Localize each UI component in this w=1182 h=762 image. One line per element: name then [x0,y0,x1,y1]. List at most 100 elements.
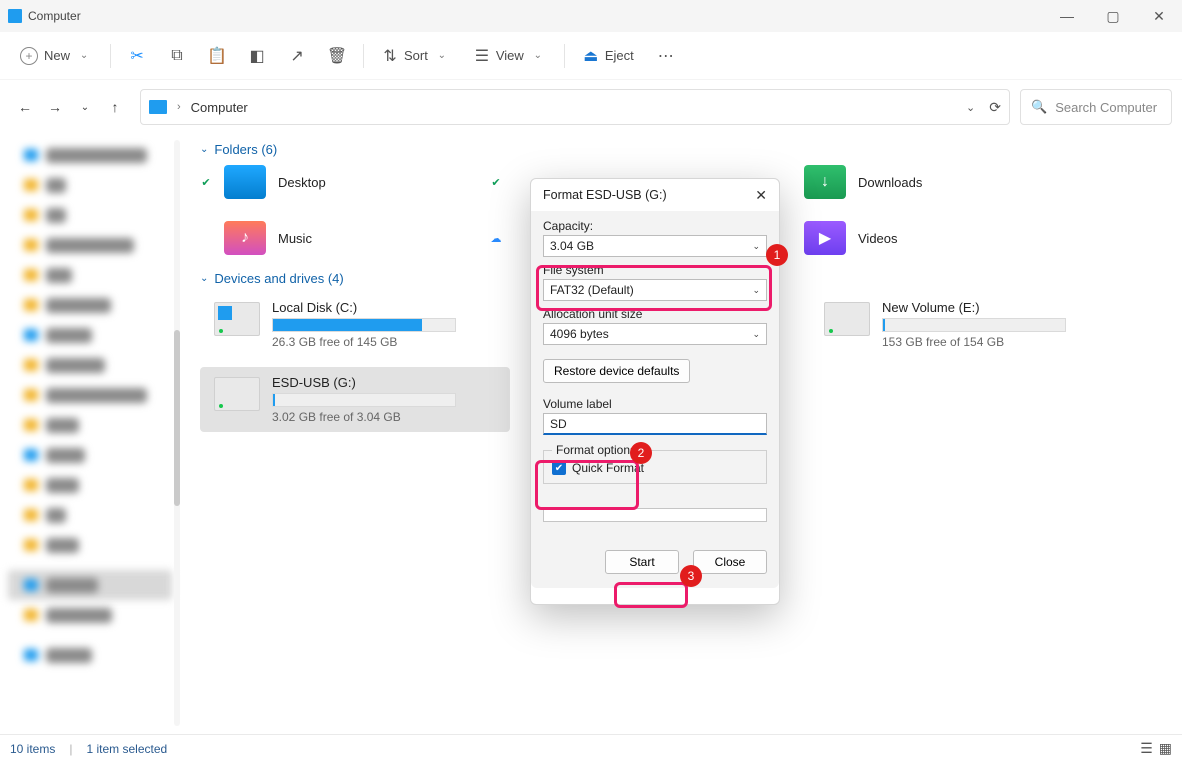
disk-icon [214,377,260,411]
recent-button[interactable]: ⌄ [76,102,94,113]
volume-label-input[interactable]: SD [543,413,767,435]
drive-free: 3.02 GB free of 3.04 GB [272,410,456,424]
search-input[interactable]: 🔍 Search Computer [1020,89,1172,125]
paste-button[interactable]: 📋 [199,42,235,70]
downloads-icon: ↓ [804,165,846,199]
tiles-view-button[interactable]: ▦ [1159,740,1172,757]
up-button[interactable]: ↑ [106,99,124,115]
filesystem-value: FAT32 (Default) [550,283,634,297]
cut-button[interactable]: ✂ [119,42,155,70]
filesystem-label: File system [543,263,767,277]
separator [564,44,565,68]
sidebar-item[interactable]: xxxxx [0,410,180,440]
refresh-button[interactable]: ⟳ [989,99,1001,116]
restore-defaults-button[interactable]: Restore device defaults [543,359,690,383]
scissors-icon: ✂ [129,48,145,64]
alloc-select[interactable]: 4096 bytes⌄ [543,323,767,345]
drive-name: Local Disk (C:) [272,300,456,315]
forward-button[interactable]: → [46,99,64,115]
alloc-value: 4096 bytes [550,327,609,341]
close-dialog-button[interactable]: Close [693,550,767,574]
sort-icon: ⇅ [382,48,398,64]
sort-button[interactable]: ⇅ Sort ⌄ [372,42,460,70]
breadcrumb[interactable]: Computer [191,100,248,115]
rename-button[interactable]: ◧ [239,42,275,70]
maximize-button[interactable]: ▢ [1090,0,1136,32]
folder-downloads[interactable]: ↓ Downloads [780,163,1070,201]
nav-sidebar: xxxxxxxxx xxxxxx xxx xxx xxxxxxxxx xxxx … [0,134,180,732]
address-right: ⌄ ⟳ [966,99,1001,116]
monitor-icon [149,100,167,114]
sidebar-item[interactable]: xxxxxxxxx xxxx [0,230,180,260]
folder-label: Music [278,231,312,246]
sidebar-scrollbar[interactable] [174,140,180,726]
status-items: 10 items [10,742,55,756]
sidebar-item[interactable]: xxx [0,200,180,230]
share-icon: ↗ [289,48,305,64]
sidebar-item[interactable]: xxxxxxxxxx [0,290,180,320]
sync-ok-icon: ✔ [200,176,212,189]
details-view-button[interactable]: ☰ [1140,740,1153,757]
address-bar[interactable]: › Computer ⌄ ⟳ [140,89,1010,125]
rename-icon: ◧ [249,48,265,64]
sidebar-item[interactable]: xxxx [0,260,180,290]
folder-music[interactable]: ♪ Music [200,219,490,257]
capacity-bar [272,393,456,407]
folder-videos[interactable]: ▶ Videos [780,219,1070,257]
desktop-icon [224,165,266,199]
drive-free: 153 GB free of 154 GB [882,335,1066,349]
chevron-down-icon: ⌄ [752,241,760,252]
sidebar-item[interactable]: xxx [0,170,180,200]
drive-g[interactable]: ESD-USB (G:) 3.02 GB free of 3.04 GB [200,367,510,432]
status-bar: 10 items | 1 item selected ☰ ▦ [0,734,1182,762]
format-options-legend: Format options [552,443,640,457]
back-button[interactable]: ← [16,99,34,115]
sidebar-item[interactable]: xxx xxx xxx [0,600,180,630]
start-button[interactable]: Start [605,550,679,574]
trash-icon: 🗑 [329,48,345,64]
nav-arrows: ← → ⌄ ↑ [10,99,130,115]
sidebar-item[interactable]: xxxxx xxxxxxxxxx [0,380,180,410]
folder-label: Videos [858,231,898,246]
copy-button[interactable]: ⧉ [159,42,195,70]
sidebar-item[interactable]: xxxxxxx [0,640,180,670]
drive-c[interactable]: Local Disk (C:) 26.3 GB free of 145 GB [200,292,510,357]
new-label: New [44,48,70,63]
share-button[interactable]: ↗ [279,42,315,70]
dialog-close-button[interactable]: ✕ [755,187,767,204]
dialog-title: Format ESD-USB (G:) [543,188,667,202]
folder-label: Desktop [278,175,326,190]
delete-button[interactable]: 🗑 [319,42,355,70]
sidebar-item[interactable]: xxxxxxx [0,320,180,350]
sidebar-item[interactable]: xxx [0,500,180,530]
capacity-label: Capacity: [543,219,767,233]
checkbox-checked-icon: ✔ [552,461,566,475]
sidebar-item[interactable]: xxxxxxxxx [0,350,180,380]
ellipsis-icon: ⋯ [658,48,674,64]
capacity-select[interactable]: 3.04 GB⌄ [543,235,767,257]
close-button[interactable]: ✕ [1136,0,1182,32]
sidebar-item[interactable]: xxxxx [0,530,180,560]
sidebar-item-computer[interactable]: xxxxxxxx [8,570,172,600]
copy-icon: ⧉ [169,48,185,64]
more-button[interactable]: ⋯ [648,42,684,70]
sidebar-item[interactable]: xxxxx [0,470,180,500]
folders-header[interactable]: ⌄Folders (6) [200,142,1162,157]
drive-e[interactable]: New Volume (E:) 153 GB free of 154 GB [810,292,1120,357]
eject-icon: ⏏ [583,48,599,64]
separator: | [69,742,72,756]
view-button[interactable]: ☰ View ⌄ [464,42,556,70]
disk-icon [824,302,870,336]
sidebar-item[interactable]: xxxxxx [0,440,180,470]
plus-icon: + [20,47,38,65]
eject-button[interactable]: ⏏ Eject [573,42,644,70]
minimize-button[interactable]: — [1044,0,1090,32]
quick-format-checkbox[interactable]: ✔ Quick Format [552,461,758,475]
folder-desktop[interactable]: ✔ Desktop [200,163,490,201]
chevron-down-icon[interactable]: ⌄ [966,101,975,114]
sidebar-item[interactable]: xxxxxxxxx xxxxxx [0,140,180,170]
search-icon: 🔍 [1031,99,1047,115]
new-button[interactable]: + New ⌄ [10,41,102,71]
filesystem-select[interactable]: FAT32 (Default)⌄ [543,279,767,301]
sort-label: Sort [404,48,428,63]
